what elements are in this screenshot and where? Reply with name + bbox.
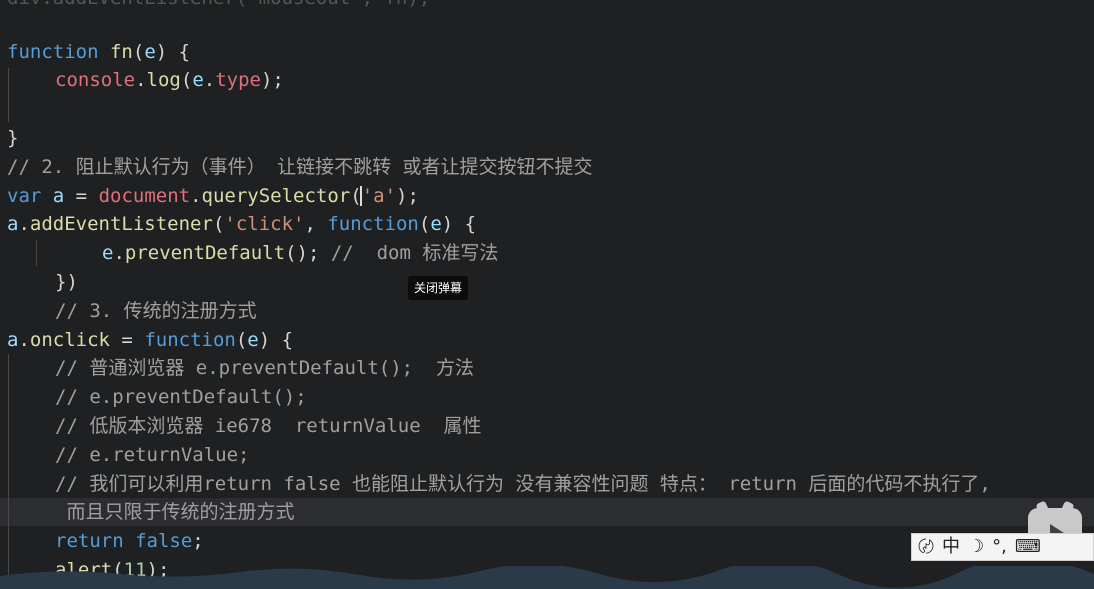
ime-logo-icon[interactable]: 〄 — [918, 533, 934, 561]
code-line: a.addEventListener('click', function(e) … — [7, 213, 477, 235]
video-progress-wave — [0, 566, 1094, 589]
code-comment: // e.returnValue; — [55, 444, 250, 466]
keyboard-icon[interactable]: ⌨ — [1015, 533, 1041, 561]
code-line-partial: div.addEventListener('mouseout', fn); — [7, 0, 430, 12]
ime-language-toggle[interactable]: 中 — [942, 533, 960, 561]
code-line: }) — [55, 271, 78, 293]
code-comment: // 3. 传统的注册方式 — [55, 300, 257, 322]
code-editor[interactable]: div.addEventListener('mouseout', fn); fu… — [0, 0, 1094, 589]
code-line: return false; — [55, 530, 204, 552]
close-danmaku-tooltip[interactable]: 关闭弹幕 — [408, 276, 468, 300]
code-comment: // e.preventDefault(); — [55, 386, 307, 408]
indent-guide — [8, 68, 9, 122]
indent-guide — [36, 240, 37, 266]
code-line: } — [7, 127, 19, 149]
code-comment: 而且只限于传统的注册方式 — [55, 501, 295, 523]
text-cursor — [360, 186, 362, 206]
code-line: var a = document.querySelector('a'); — [7, 185, 419, 207]
code-comment: // 2. 阻止默认行为（事件） 让链接不跳转 或者让提交按钮不提交 — [7, 156, 593, 178]
punctuation-icon[interactable]: °, — [992, 533, 1007, 561]
code-line: e.preventDefault(); // dom 标准写法 — [102, 242, 499, 264]
ime-toolbar[interactable]: 〄 中 ☽ °, ⌨ — [911, 533, 1094, 561]
code-line: console.log(e.type); — [55, 69, 284, 91]
code-line: function fn(e) { — [7, 41, 191, 63]
moon-icon[interactable]: ☽ — [968, 533, 984, 561]
code-comment: // 普通浏览器 e.preventDefault(); 方法 — [55, 357, 474, 379]
code-comment: // 我们可以利用return false 也能阻止默认行为 没有兼容性问题 特… — [55, 473, 991, 495]
code-comment: // 低版本浏览器 ie678 returnValue 属性 — [55, 415, 482, 437]
code-line: a.onclick = function(e) { — [7, 329, 294, 351]
indent-guide — [8, 354, 9, 584]
